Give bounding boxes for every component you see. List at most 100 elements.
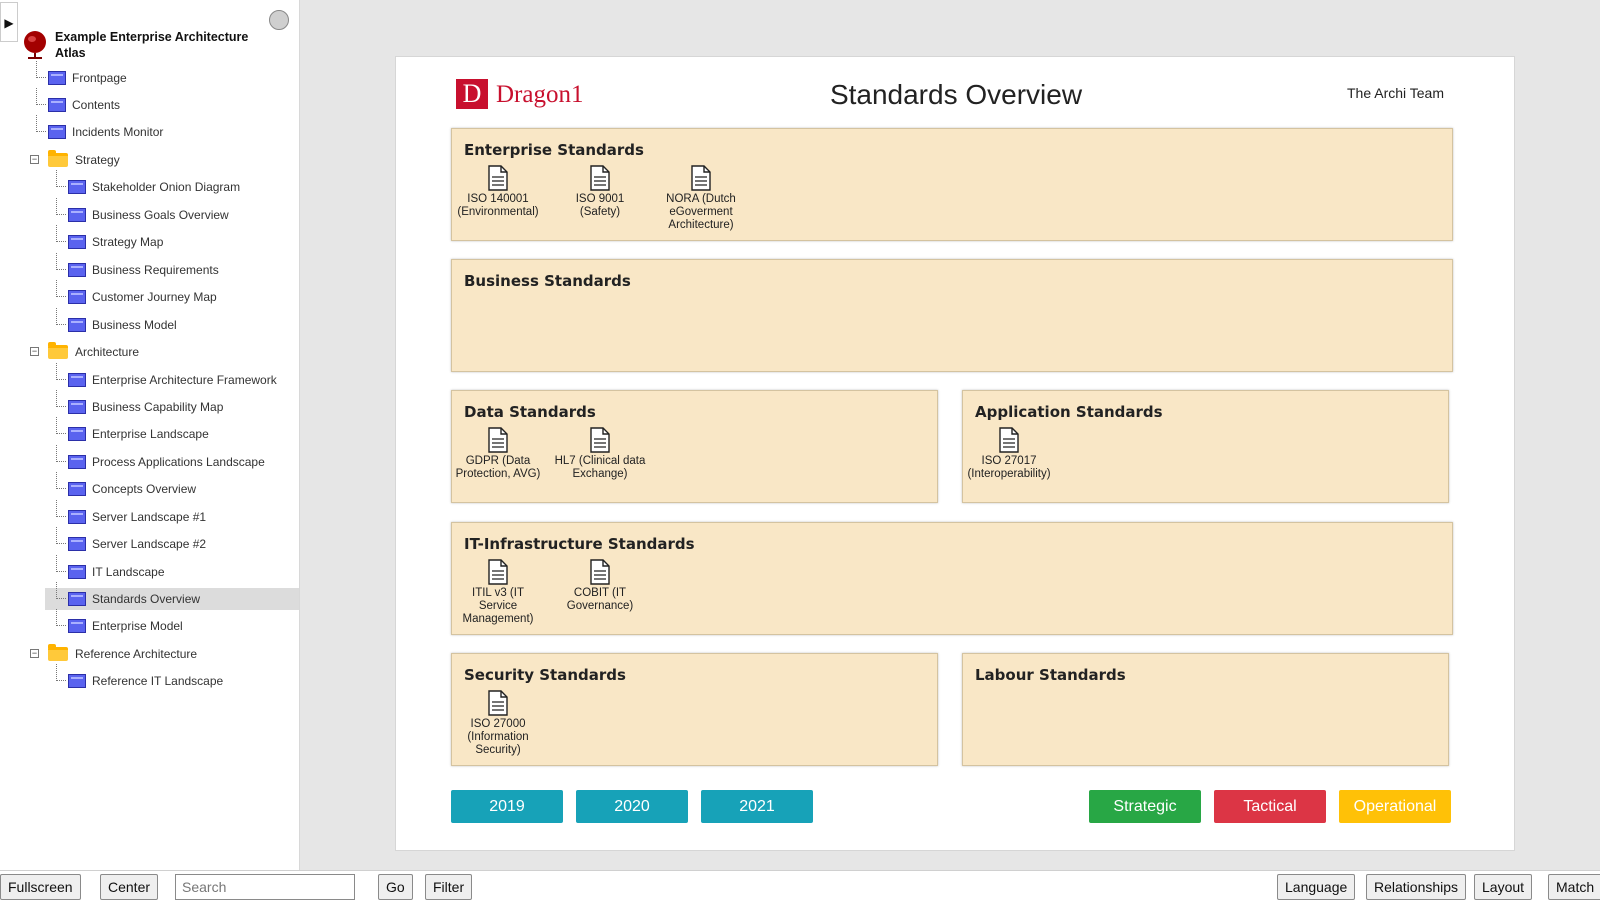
sidebar-item-label: Contents (72, 98, 121, 112)
tree-connector (56, 308, 66, 325)
sidebar-item-label: Stakeholder Onion Diagram (92, 180, 241, 194)
tree-connector (56, 280, 66, 297)
collapse-icon[interactable]: − (30, 347, 39, 356)
group-title: IT-Infrastructure Standards (464, 535, 695, 553)
sidebar-tree: ▶ Example Enterprise Architecture Atlas … (0, 0, 300, 870)
page-icon (68, 373, 86, 387)
group-application-standards[interactable]: Application Standards ISO 27017 (Interop… (962, 390, 1449, 503)
language-button[interactable]: Language (1277, 874, 1356, 900)
document-icon (488, 690, 508, 716)
go-button[interactable]: Go (378, 874, 413, 900)
folder-icon (48, 342, 68, 359)
fullscreen-button[interactable]: Fullscreen (0, 874, 81, 900)
tree-connector (36, 61, 46, 78)
group-it-infrastructure-standards[interactable]: IT-Infrastructure Standards ITIL v3 (IT … (451, 522, 1453, 635)
group-title: Business Standards (464, 272, 631, 290)
sidebar-item-label: Reference Architecture (75, 647, 198, 661)
tree-root[interactable]: Example Enterprise Architecture Atlas (22, 28, 262, 62)
page-icon (68, 482, 86, 496)
sidebar-item-label: Business Capability Map (92, 400, 224, 414)
folder-icon (48, 644, 68, 661)
document-icon (999, 427, 1019, 453)
year-2020-button[interactable]: 2020 (576, 790, 688, 823)
filter-button[interactable]: Filter (425, 874, 473, 900)
standard-label: COBIT (IT Governance) (566, 587, 634, 612)
tree-connector (56, 170, 66, 187)
standard-gdpr[interactable]: GDPR (Data Protection, AVG) (452, 427, 544, 481)
sidebar-item-label: Strategy (75, 153, 120, 167)
standard-label: ISO 9001 (Safety) (575, 193, 625, 218)
diagram-canvas: D Dragon1 Standards Overview The Archi T… (395, 56, 1515, 851)
standard-label: ITIL v3 (IT Service Management) (462, 587, 534, 625)
operational-button[interactable]: Operational (1339, 790, 1451, 823)
page-icon (68, 235, 86, 249)
standard-iso-9001[interactable]: ISO 9001 (Safety) (554, 165, 646, 219)
standard-iso-27017[interactable]: ISO 27017 (Interoperability) (963, 427, 1055, 481)
page-icon (68, 180, 86, 194)
tree-connector (56, 417, 66, 434)
group-enterprise-standards[interactable]: Enterprise Standards ISO 140001 (Environ… (451, 128, 1453, 241)
group-title: Enterprise Standards (464, 141, 644, 159)
standard-label: GDPR (Data Protection, AVG) (455, 455, 541, 480)
standard-label: HL7 (Clinical data Exchange) (554, 455, 646, 480)
group-business-standards[interactable]: Business Standards (451, 259, 1453, 372)
sidebar-item-label: Business Model (92, 318, 177, 332)
standard-cobit[interactable]: COBIT (IT Governance) (554, 559, 646, 613)
year-2019-button[interactable]: 2019 (451, 790, 563, 823)
sidebar-item-label: Server Landscape #2 (92, 537, 207, 551)
tree-connector (56, 500, 66, 517)
page-icon (48, 98, 66, 112)
document-icon (488, 165, 508, 191)
sidebar-item-label: Frontpage (72, 71, 127, 85)
tree-connector (56, 253, 66, 270)
group-title: Data Standards (464, 403, 596, 421)
search-input[interactable] (175, 874, 355, 900)
page-icon (68, 455, 86, 469)
sidebar-item-label: Enterprise Architecture Framework (92, 373, 277, 387)
layout-button[interactable]: Layout (1474, 874, 1533, 900)
sidebar-item-label: Reference IT Landscape (92, 674, 224, 688)
group-title: Labour Standards (975, 666, 1126, 684)
standard-iso-27000[interactable]: ISO 27000 (Information Security) (452, 690, 544, 757)
page-icon (68, 400, 86, 414)
status-circle-icon[interactable] (269, 10, 289, 30)
standard-nora[interactable]: NORA (Dutch eGoverment Architecture) (655, 165, 747, 232)
match-button[interactable]: Match (1548, 874, 1600, 900)
group-data-standards[interactable]: Data Standards GDPR (Data Protection, AV… (451, 390, 938, 503)
relationships-button[interactable]: Relationships (1366, 874, 1467, 900)
page-icon (68, 619, 86, 633)
tree-connector (56, 225, 66, 242)
year-2021-button[interactable]: 2021 (701, 790, 813, 823)
page-icon (68, 263, 86, 277)
sidebar-item-label: Incidents Monitor (72, 125, 164, 139)
tree-connector (56, 445, 66, 462)
standard-hl7[interactable]: HL7 (Clinical data Exchange) (554, 427, 646, 481)
document-icon (590, 427, 610, 453)
group-security-standards[interactable]: Security Standards ISO 27000 (Informatio… (451, 653, 938, 766)
page-icon (68, 208, 86, 222)
collapse-sidebar-button[interactable]: ▶ (0, 2, 18, 42)
collapse-icon[interactable]: − (30, 155, 39, 164)
collapse-icon[interactable]: − (30, 649, 39, 658)
bottom-toolbar: Fullscreen Center Go Filter Language Rel… (0, 870, 1600, 900)
page-icon (68, 537, 86, 551)
standard-label: NORA (Dutch eGoverment Architecture) (666, 193, 736, 231)
tactical-button[interactable]: Tactical (1214, 790, 1326, 823)
center-button[interactable]: Center (100, 874, 159, 900)
standard-label: ISO 27000 (Information Security) (467, 718, 529, 756)
group-title: Application Standards (975, 403, 1163, 421)
strategic-button[interactable]: Strategic (1089, 790, 1201, 823)
tree-connector (56, 527, 66, 544)
page-icon (68, 510, 86, 524)
group-labour-standards[interactable]: Labour Standards (962, 653, 1449, 766)
sidebar-item-label: Enterprise Model (92, 619, 183, 633)
sidebar-item-label: Business Requirements (92, 263, 219, 277)
page-icon (68, 674, 86, 688)
document-icon (691, 165, 711, 191)
standard-itil-v3[interactable]: ITIL v3 (IT Service Management) (452, 559, 544, 626)
sidebar-item-label: Server Landscape #1 (92, 510, 207, 524)
team-label: The Archi Team (1346, 85, 1444, 101)
standard-iso-140001[interactable]: ISO 140001 (Environmental) (452, 165, 544, 219)
sidebar-item-standards-overview[interactable]: Standards Overview (45, 582, 299, 610)
standard-label: ISO 27017 (Interoperability) (967, 455, 1051, 480)
